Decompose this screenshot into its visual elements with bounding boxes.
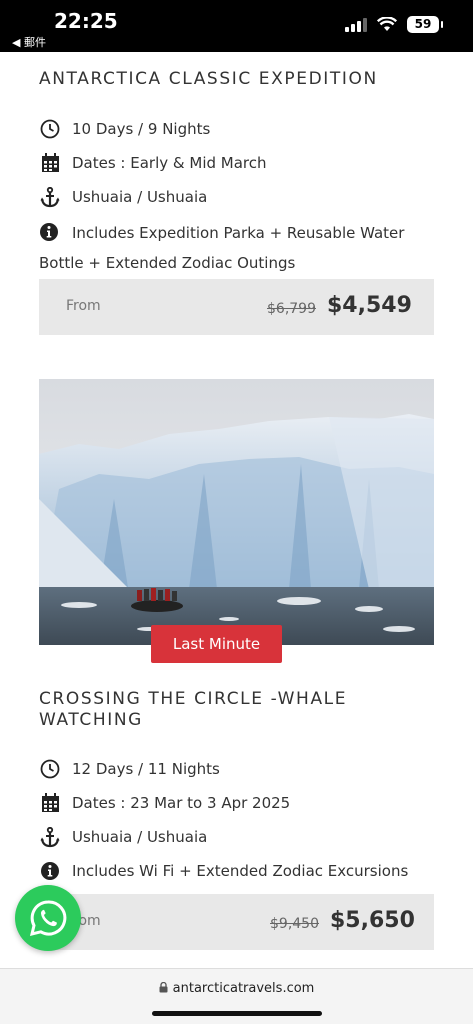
duration-text: 12 Days / 11 Nights: [72, 760, 220, 778]
original-price: $9,450: [270, 916, 319, 932]
tour-duration: 12 Days / 11 Nights: [39, 758, 434, 780]
url-display[interactable]: antarcticatravels.com: [0, 981, 473, 996]
url-text: antarcticatravels.com: [172, 981, 315, 996]
tour-title[interactable]: CROSSING THE CIRCLE -WHALE: [39, 689, 347, 710]
battery-icon: 59: [407, 16, 443, 33]
includes-text: Includes Wi Fi + Extended Zodiac Excursi…: [72, 862, 409, 880]
price-from-label: From: [66, 298, 101, 314]
tour-dates: Dates : Early & Mid March: [39, 152, 434, 174]
info-icon: [39, 222, 61, 242]
home-indicator[interactable]: [152, 1011, 322, 1016]
includes-text: Includes Expedition Parka + Reusable Wat…: [39, 224, 405, 272]
back-to-mail-link[interactable]: ◀ 郵件: [12, 34, 46, 50]
price-box: From $9,450 $5,650: [39, 894, 434, 950]
status-time: 22:25: [54, 9, 118, 33]
duration-text: 10 Days / 9 Nights: [72, 120, 211, 138]
anchor-icon: [39, 826, 61, 848]
calendar-icon: [39, 152, 61, 174]
dates-text: Dates : 23 Mar to 3 Apr 2025: [72, 794, 291, 812]
tour-dates: Dates : 23 Mar to 3 Apr 2025: [39, 792, 434, 814]
whatsapp-icon: [29, 900, 67, 937]
last-minute-badge: Last Minute: [151, 625, 282, 663]
route-text: Ushuaia / Ushuaia: [72, 188, 208, 206]
status-indicators: 59: [345, 16, 443, 33]
tour-title[interactable]: ANTARCTICA CLASSIC EXPEDITION: [39, 69, 378, 90]
sale-price: $4,549: [327, 293, 412, 318]
sale-price: $5,650: [330, 908, 415, 933]
signal-icon: [345, 17, 367, 32]
lock-icon: [159, 982, 168, 993]
original-price: $6,799: [267, 301, 316, 317]
clock-icon: [39, 118, 61, 140]
wifi-icon: [377, 17, 397, 31]
price-box: From $6,799 $4,549: [39, 279, 434, 335]
status-bar: 22:25 ◀ 郵件 59: [0, 0, 473, 52]
tour-image[interactable]: [39, 379, 434, 645]
browser-address-bar[interactable]: antarcticatravels.com: [0, 968, 473, 1024]
tour-includes: Includes Wi Fi + Extended Zodiac Excursi…: [39, 860, 434, 882]
dates-text: Dates : Early & Mid March: [72, 154, 267, 172]
tour-duration: 10 Days / 9 Nights: [39, 118, 434, 140]
whatsapp-chat-button[interactable]: [15, 885, 81, 951]
tour-includes: Includes Expedition Parka + Reusable Wat…: [39, 218, 434, 278]
clock-icon: [39, 758, 61, 780]
tour-title-continued[interactable]: WATCHING: [39, 710, 143, 731]
page-content: ANTARCTICA CLASSIC EXPEDITION 10 Days / …: [0, 52, 473, 968]
tour-route: Ushuaia / Ushuaia: [39, 826, 434, 848]
anchor-icon: [39, 186, 61, 208]
tour-route: Ushuaia / Ushuaia: [39, 186, 434, 208]
route-text: Ushuaia / Ushuaia: [72, 828, 208, 846]
calendar-icon: [39, 792, 61, 814]
info-icon: [39, 860, 61, 882]
